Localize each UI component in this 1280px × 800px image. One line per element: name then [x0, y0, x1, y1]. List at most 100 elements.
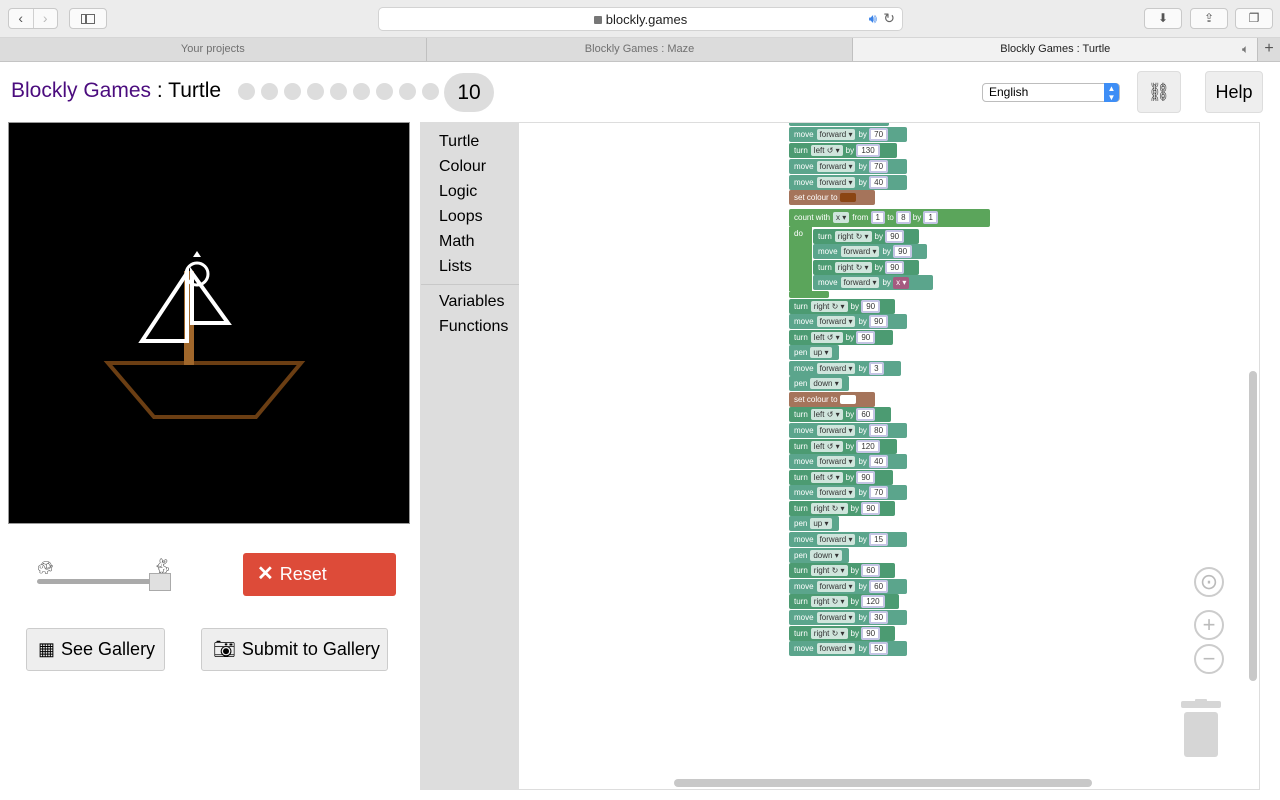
see-gallery-label: See Gallery	[61, 639, 156, 659]
share-icon[interactable]: ⇪	[1190, 8, 1228, 29]
block-turn[interactable]: turn right ↻ ▾ by 90	[789, 501, 895, 516]
block-move[interactable]: move forward ▾ by 30	[789, 610, 907, 625]
block-turn[interactable]: turn right ↻ ▾ by 90	[813, 229, 919, 244]
block-turn[interactable]: turn right ↻ ▾ by 120	[789, 594, 899, 609]
game-name: Turtle	[168, 79, 222, 102]
block-pen[interactable]: pen up ▾	[789, 345, 839, 360]
reload-icon[interactable]: ↻	[883, 10, 895, 27]
tab-your-projects[interactable]: Your projects	[0, 38, 427, 61]
block-move[interactable]: move forward ▾ by 80	[789, 423, 907, 438]
level-dot-3[interactable]	[284, 83, 301, 100]
block-move[interactable]: move forward ▾ by 60	[789, 579, 907, 594]
zoom-in-icon[interactable]: +	[1194, 610, 1224, 640]
current-level-badge[interactable]: 10	[444, 73, 494, 112]
address-bar[interactable]: blockly.games 🔊︎ ↻	[378, 7, 903, 31]
trash-icon[interactable]	[1181, 699, 1221, 757]
recenter-icon[interactable]: ⊙	[1194, 567, 1224, 597]
link-button[interactable]: ⛓	[1137, 71, 1181, 113]
block-partial-top[interactable]	[789, 123, 889, 126]
level-dot-1[interactable]	[238, 83, 255, 100]
tabs-overview-icon[interactable]: ❐	[1235, 8, 1273, 29]
block-set-colour[interactable]: set colour to	[789, 392, 875, 407]
sidebar-toggle-icon[interactable]	[69, 8, 107, 29]
block-move[interactable]: move forward ▾ by 70	[789, 127, 907, 142]
horizontal-scrollbar[interactable]	[674, 779, 1092, 787]
block-move[interactable]: move forward ▾ by 40	[789, 454, 907, 469]
block-turn[interactable]: turn left ↺ ▾ by 90	[789, 330, 893, 345]
select-arrows-icon: ▲ ▼	[1104, 83, 1119, 102]
submit-gallery-button[interactable]: 📷︎ Submit to Gallery	[201, 628, 388, 671]
level-dot-2[interactable]	[261, 83, 278, 100]
category-lists[interactable]: Lists	[421, 254, 519, 279]
block-move[interactable]: move forward ▾ by 15	[789, 532, 907, 547]
download-icon[interactable]: ⬇	[1144, 8, 1182, 29]
level-dot-7[interactable]	[376, 83, 393, 100]
tab-maze[interactable]: Blockly Games : Maze	[427, 38, 854, 61]
block-pen[interactable]: pen down ▾	[789, 376, 849, 391]
block-turn[interactable]: turn right ↻ ▾ by 60	[789, 563, 895, 578]
level-dot-4[interactable]	[307, 83, 324, 100]
tab-audio-icon[interactable]: 🔈︎	[1242, 38, 1249, 61]
block-turn[interactable]: turn right ↻ ▾ by 90	[789, 626, 895, 641]
tab-strip: Your projects Blockly Games : Maze Block…	[0, 38, 1280, 62]
language-select[interactable]: English ▲ ▼	[982, 83, 1120, 102]
block-move[interactable]: move forward ▾ by 50	[789, 641, 907, 656]
speed-slider[interactable]: 🐢︎ 🐇︎	[37, 558, 177, 592]
see-gallery-button[interactable]: ▦ See Gallery	[26, 628, 165, 671]
block-turn[interactable]: turn left ↺ ▾ by 90	[789, 470, 893, 485]
level-dot-5[interactable]	[330, 83, 347, 100]
block-move[interactable]: move forward ▾ by x ▾	[813, 275, 933, 290]
category-math[interactable]: Math	[421, 229, 519, 254]
help-button[interactable]: Help	[1205, 71, 1263, 113]
blockly-workspace[interactable]: Turtle Colour Logic Loops Math Lists Var…	[420, 122, 1260, 790]
colour-swatch-brown[interactable]	[839, 193, 856, 203]
category-turtle[interactable]: Turtle	[421, 129, 519, 154]
block-set-colour[interactable]: set colour to	[789, 190, 875, 205]
block-move[interactable]: move forward ▾ by 70	[789, 485, 907, 500]
block-move[interactable]: move forward ▾ by 40	[789, 175, 907, 190]
category-functions[interactable]: Functions	[421, 314, 519, 339]
slider-track[interactable]	[37, 579, 163, 584]
reset-button[interactable]: ✕ Reset	[243, 553, 396, 596]
block-turn[interactable]: turn right ↻ ▾ by 90	[813, 260, 919, 275]
tab-turtle[interactable]: Blockly Games : Turtle 🔈︎	[853, 38, 1259, 61]
category-logic[interactable]: Logic	[421, 179, 519, 204]
back-icon[interactable]: ‹	[9, 9, 33, 28]
category-variables[interactable]: Variables	[421, 289, 519, 314]
colour-swatch-white[interactable]	[839, 395, 856, 405]
level-dot-6[interactable]	[353, 83, 370, 100]
block-turn[interactable]: turn right ↻ ▾ by 90	[789, 299, 895, 314]
block-move[interactable]: move forward ▾ by 90	[789, 314, 907, 329]
forward-icon[interactable]: ›	[32, 9, 58, 28]
audio-playing-icon[interactable]: 🔊︎	[869, 11, 877, 27]
block-turn[interactable]: turn left ↺ ▾ by 130	[789, 143, 897, 158]
zoom-out-icon[interactable]: −	[1194, 644, 1224, 674]
loop-bottom	[789, 291, 829, 298]
block-move[interactable]: move forward ▾ by 3	[789, 361, 901, 376]
camera-icon: 📷︎	[213, 639, 236, 659]
block-turn[interactable]: turn left ↺ ▾ by 60	[789, 407, 891, 422]
variable-x[interactable]: x ▾	[893, 277, 910, 289]
block-move[interactable]: move forward ▾ by 90	[813, 244, 927, 259]
turtle-drawing	[103, 251, 306, 419]
level-dot-8[interactable]	[399, 83, 416, 100]
block-pen[interactable]: pen up ▾	[789, 516, 839, 531]
brand-link[interactable]: Blockly Games	[11, 79, 151, 102]
boat-sail-right	[190, 266, 232, 325]
turtle-heading	[193, 251, 201, 257]
slider-thumb[interactable]	[149, 573, 171, 591]
vertical-scrollbar[interactable]	[1249, 371, 1257, 681]
tab-turtle-label: Blockly Games : Turtle	[1000, 43, 1111, 55]
block-pen[interactable]: pen down ▾	[789, 548, 849, 563]
category-loops[interactable]: Loops	[421, 204, 519, 229]
level-dot-9[interactable]	[422, 83, 439, 100]
block-count-with[interactable]: count with x ▾ from 1 to 8 by 1	[789, 209, 990, 227]
new-tab-button[interactable]: +	[1258, 38, 1280, 61]
boat-sail-left	[138, 266, 189, 343]
block-turn[interactable]: turn left ↺ ▾ by 120	[789, 439, 897, 454]
turtle-canvas	[8, 122, 410, 524]
boat-hull	[103, 361, 306, 419]
category-colour[interactable]: Colour	[421, 154, 519, 179]
title-separator: :	[151, 79, 169, 102]
block-move[interactable]: move forward ▾ by 70	[789, 159, 907, 174]
